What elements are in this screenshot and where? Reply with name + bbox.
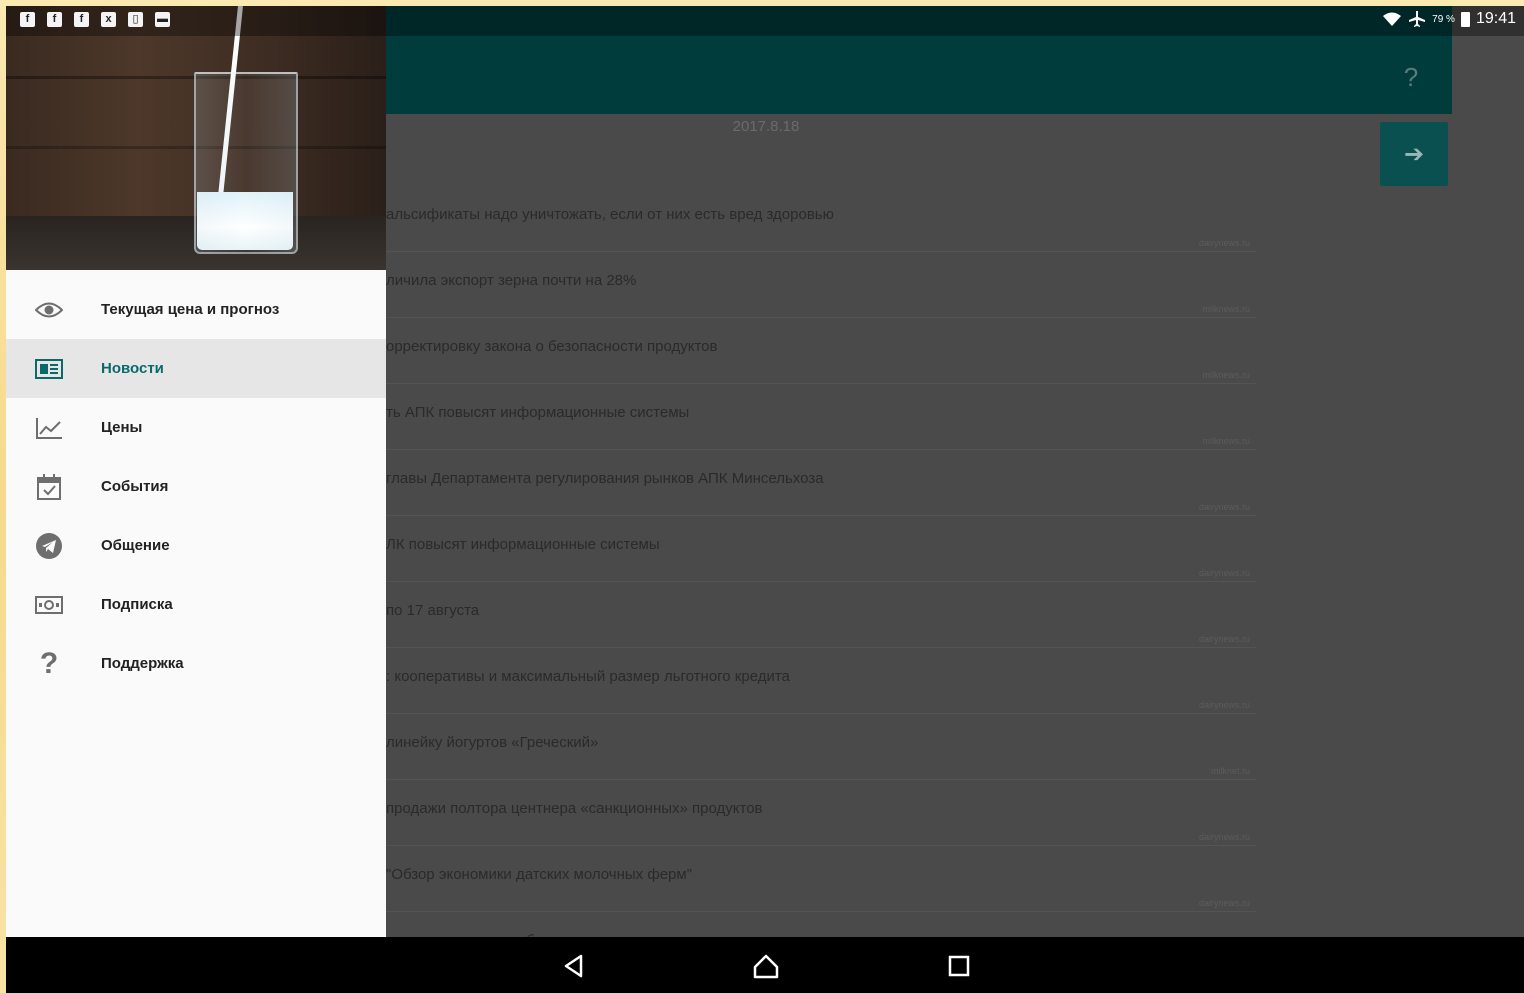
device-screen: ? 2017.8.18 ➔ альсификаты надо уничтожат…	[6, 6, 1524, 993]
status-right: 79 % 19:41	[1382, 10, 1516, 28]
newspaper-icon	[34, 354, 64, 384]
notification-icon: f	[74, 12, 89, 27]
news-title: линейку йогуртов «Греческий»	[386, 734, 599, 751]
news-source: milknews.ru	[1202, 370, 1250, 380]
drawer-item-label: Поддержка	[101, 655, 184, 672]
notification-icon: f	[47, 12, 62, 27]
news-source: dairynews.ru	[1198, 832, 1250, 842]
drawer-item-label: Текущая цена и прогноз	[101, 301, 280, 318]
drawer-item-subscription[interactable]: Подписка	[6, 575, 386, 634]
news-row[interactable]: : кооперативы и максимальный размер льго…	[386, 648, 1256, 714]
news-title: : кооперативы и максимальный размер льго…	[386, 668, 790, 685]
news-row[interactable]: личила экспорт зерна почти на 28% milknew…	[386, 252, 1256, 318]
drawer-header-image	[6, 6, 386, 270]
drawer-item-news[interactable]: Новости	[6, 339, 386, 398]
news-title: главы Департамента регулирования рынков …	[386, 470, 824, 487]
news-title: ЛК повысят информационные системы	[386, 536, 660, 553]
news-title: альсификаты надо уничтожать, если от них…	[386, 206, 834, 223]
news-row[interactable]: линейку йогуртов «Греческий» milknet.ru	[386, 714, 1256, 780]
news-source: dairynews.ru	[1198, 700, 1250, 710]
news-row[interactable]: ЛК повысят информационные системы dairyne…	[386, 516, 1256, 582]
drawer-item-label: Общение	[101, 537, 170, 554]
news-date: 2017.8.18	[732, 118, 800, 135]
news-source: dairynews.ru	[1198, 238, 1250, 248]
back-icon[interactable]	[559, 951, 589, 981]
drawer-item-prices[interactable]: Цены	[6, 398, 386, 457]
news-title: ть АПК повысят информационные системы	[386, 404, 690, 421]
news-row[interactable]: главы Департамента регулирования рынков …	[386, 450, 1256, 516]
drawer-menu: Текущая цена и прогноз Новости Цены Собы…	[6, 280, 386, 693]
help-icon[interactable]: ?	[1398, 62, 1424, 92]
status-bar: f f f x ▯ ▬ 79 % 19:41	[6, 6, 1524, 36]
drawer-item-label: События	[101, 478, 169, 495]
question-icon: ?	[39, 646, 59, 680]
news-row[interactable]: продажи полтора центнера «санкционных» п…	[386, 780, 1256, 846]
wifi-icon	[1383, 12, 1402, 26]
drawer-item-events[interactable]: События	[6, 457, 386, 516]
notification-icon: ▬	[155, 12, 170, 27]
drawer-item-chat[interactable]: Общение	[6, 516, 386, 575]
news-source: milknews.ru	[1202, 304, 1250, 314]
news-title: орректировку закона о безопасности проду…	[386, 338, 718, 355]
news-title: по 17 августа	[386, 602, 480, 619]
notification-icons: f f f x ▯ ▬	[20, 12, 170, 27]
battery-percent: 79 %	[1432, 13, 1455, 25]
money-icon	[34, 590, 64, 620]
news-row[interactable]: по 17 августа dairynews.ru	[386, 582, 1256, 648]
drawer-item-label: Цены	[101, 419, 143, 436]
drawer-item-support[interactable]: ? Поддержка	[6, 634, 386, 693]
calendar-icon	[34, 472, 64, 502]
glass-illustration	[194, 72, 298, 254]
drawer-item-label: Новости	[101, 360, 164, 377]
navigation-drawer: Текущая цена и прогноз Новости Цены Собы…	[6, 6, 386, 937]
recents-icon[interactable]	[944, 951, 974, 981]
clock: 19:41	[1475, 10, 1516, 27]
news-title: личила экспорт зерна почти на 28%	[386, 272, 637, 289]
notification-icon: f	[20, 12, 35, 27]
news-source: dairynews.ru	[1198, 898, 1250, 908]
system-nav-bar	[6, 937, 1524, 993]
next-date-button[interactable]: ➔	[1380, 122, 1448, 186]
eye-icon	[34, 295, 64, 325]
notification-icon: ▯	[128, 12, 143, 27]
drawer-item-forecast[interactable]: Текущая цена и прогноз	[6, 280, 386, 339]
news-source: milknet.ru	[1210, 766, 1250, 776]
airplane-icon	[1409, 11, 1426, 27]
telegram-icon	[34, 531, 64, 561]
news-row[interactable]: альсификаты надо уничтожать, если от них…	[386, 186, 1256, 252]
news-source: dairynews.ru	[1198, 502, 1250, 512]
news-source: milknews.ru	[1202, 436, 1250, 446]
trending-up-icon	[34, 413, 64, 443]
drawer-item-label: Подписка	[101, 596, 173, 613]
news-title: "Обзор экономики датских молочных ферм"	[386, 866, 693, 883]
home-icon[interactable]	[751, 951, 781, 981]
notification-icon: x	[101, 12, 116, 27]
news-row[interactable]: ть АПК повысят информационные системы mil…	[386, 384, 1256, 450]
news-row[interactable]: "Обзор экономики датских молочных ферм" d…	[386, 846, 1256, 912]
arrow-right-icon: ➔	[1403, 140, 1425, 168]
news-row[interactable]: орректировку закона о безопасности проду…	[386, 318, 1256, 384]
news-source: dairynews.ru	[1198, 634, 1250, 644]
news-list: альсификаты надо уничтожать, если от них…	[386, 186, 1256, 978]
news-title: продажи полтора центнера «санкционных» п…	[386, 800, 763, 817]
news-source: dairynews.ru	[1198, 568, 1250, 578]
battery-icon	[1460, 11, 1470, 27]
